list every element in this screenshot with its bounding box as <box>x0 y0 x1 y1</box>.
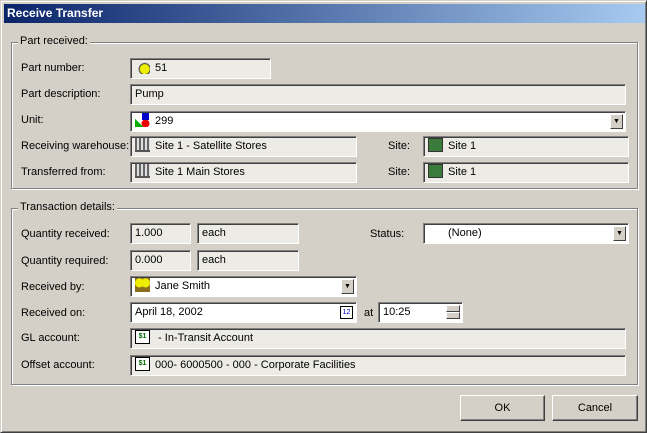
received-by-dropdown[interactable]: Jane Smith ▼ <box>130 276 357 297</box>
part-number-label: Part number: <box>21 62 85 74</box>
chevron-down-icon[interactable]: ▼ <box>613 226 626 241</box>
from-site-label: Site: <box>388 166 411 178</box>
at-label: at <box>364 307 374 319</box>
group-label: Part received: <box>18 35 90 47</box>
transferred-from-label: Transferred from: <box>21 166 106 178</box>
part-number-field: 51 <box>130 58 271 79</box>
cancel-button[interactable]: Cancel <box>552 395 638 421</box>
received-on-date-field[interactable]: April 18, 2002 12 <box>130 302 357 323</box>
unit-shapes-icon <box>135 112 150 127</box>
quantity-received-unit: each <box>197 223 299 244</box>
transferred-from-field: Site 1 Main Stores <box>130 162 357 183</box>
received-on-time-field[interactable]: 10:25 <box>378 302 463 323</box>
offset-account-field: $1 000- 6000500 - 000 - Corporate Facilit… <box>130 355 626 376</box>
receiving-site-field: Site 1 <box>423 136 629 157</box>
globe-map-icon <box>428 137 443 152</box>
unit-label: Unit: <box>21 114 44 126</box>
quantity-received-field: 1.000 <box>130 223 191 244</box>
globe-map-icon <box>428 163 443 178</box>
gl-account-label: GL account: <box>21 332 80 344</box>
part-description-label: Part description: <box>21 88 101 100</box>
title-bar: Receive Transfer <box>4 4 645 23</box>
part-gear-icon <box>135 59 150 74</box>
receiving-warehouse-label: Receiving warehouse: <box>21 140 130 152</box>
account-ledger-icon: $1 <box>135 356 150 371</box>
quantity-received-label: Quantity received: <box>21 228 110 240</box>
status-dropdown[interactable]: (None) ▼ <box>423 223 629 244</box>
gl-account-field: $1 - In-Transit Account <box>130 328 626 349</box>
group-label: Transaction details: <box>18 201 117 213</box>
status-label: Status: <box>370 228 405 240</box>
calendar-icon[interactable]: 12 <box>340 306 353 319</box>
offset-account-label: Offset account: <box>21 359 95 371</box>
time-spinner[interactable] <box>446 305 460 320</box>
people-icon <box>135 277 150 292</box>
quantity-required-field: 0.000 <box>130 250 191 271</box>
warehouse-icon <box>135 163 150 178</box>
account-ledger-icon: $1 <box>135 329 150 344</box>
warehouse-icon <box>135 137 150 152</box>
chevron-down-icon[interactable]: ▼ <box>610 114 623 129</box>
received-by-label: Received by: <box>21 281 85 293</box>
spin-down-icon[interactable] <box>446 312 460 319</box>
chevron-down-icon[interactable]: ▼ <box>341 279 354 294</box>
unit-dropdown[interactable]: 299 ▼ <box>130 111 626 132</box>
received-on-label: Received on: <box>21 307 86 319</box>
receiving-site-label: Site: <box>388 140 411 152</box>
from-site-field: Site 1 <box>423 162 629 183</box>
spin-up-icon[interactable] <box>446 305 460 312</box>
receive-transfer-dialog: Receive Transfer Part received: Part num… <box>0 0 647 433</box>
quantity-required-label: Quantity required: <box>21 255 109 267</box>
quantity-required-unit: each <box>197 250 299 271</box>
part-description-field: Pump <box>130 84 626 105</box>
receiving-warehouse-field: Site 1 - Satellite Stores <box>130 136 357 157</box>
ok-button[interactable]: OK <box>460 395 545 421</box>
